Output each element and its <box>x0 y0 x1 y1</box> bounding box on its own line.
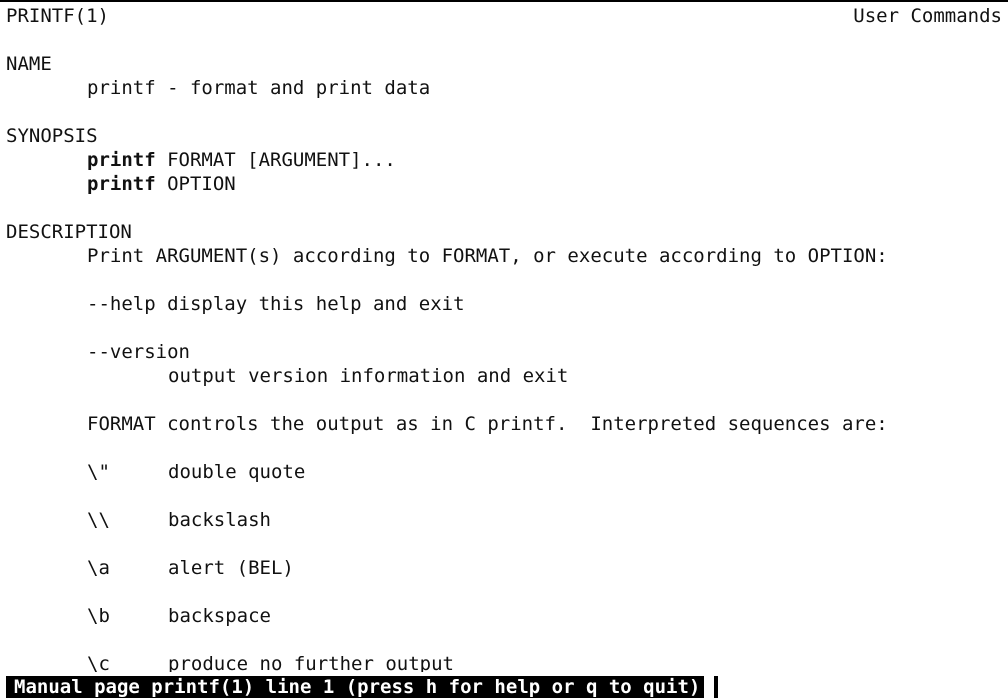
escape-row: \" double quote <box>6 460 1002 484</box>
man-header: PRINTF(1) User Commands <box>6 4 1002 28</box>
escape-seq: \b <box>87 605 110 627</box>
synopsis-heading: SYNOPSIS <box>6 125 98 147</box>
version-desc: output version information and exit <box>168 365 569 387</box>
escape-row: \c produce no further output <box>6 652 1002 672</box>
man-header-right: User Commands <box>853 5 1002 27</box>
escape-seq: \a <box>87 557 110 579</box>
escape-desc: alert (BEL) <box>168 557 294 579</box>
top-rule <box>0 0 1008 2</box>
synopsis-cmd-1: printf <box>87 149 156 171</box>
synopsis-line-1: printf FORMAT [ARGUMENT]... <box>6 148 1002 172</box>
man-page-content[interactable]: PRINTF(1) User Commands NAME printf - fo… <box>6 4 1002 672</box>
escape-row: \a alert (BEL) <box>6 556 1002 580</box>
synopsis-line-2: printf OPTION <box>6 172 1002 196</box>
help-option-line: --help display this help and exit <box>6 292 1002 316</box>
man-header-left: PRINTF(1) <box>6 5 109 27</box>
escape-seq: \c <box>87 653 110 672</box>
help-option: --help <box>87 293 156 315</box>
help-desc: display this help and exit <box>167 293 465 315</box>
escape-desc: backspace <box>168 605 271 627</box>
terminal-cursor <box>714 676 718 698</box>
version-option: --version <box>87 341 190 363</box>
name-heading: NAME <box>6 53 52 75</box>
synopsis-args-2: OPTION <box>167 173 236 195</box>
name-text: printf - format and print data <box>87 77 431 99</box>
description-text: Print ARGUMENT(s) according to FORMAT, o… <box>87 245 888 267</box>
escape-desc: produce no further output <box>168 653 454 672</box>
escape-seq: \" <box>87 461 110 483</box>
synopsis-args-1: FORMAT [ARGUMENT]... <box>167 149 396 171</box>
pager-status-bar: Manual page printf(1) line 1 (press h fo… <box>6 676 705 698</box>
escape-row: \b backspace <box>6 604 1002 628</box>
format-text: FORMAT controls the output as in C print… <box>87 413 888 435</box>
synopsis-cmd-2: printf <box>87 173 156 195</box>
escape-row: \\ backslash <box>6 508 1002 532</box>
escape-desc: double quote <box>168 461 306 483</box>
escape-desc: backslash <box>168 509 271 531</box>
description-heading: DESCRIPTION <box>6 221 132 243</box>
escape-seq: \\ <box>87 509 110 531</box>
